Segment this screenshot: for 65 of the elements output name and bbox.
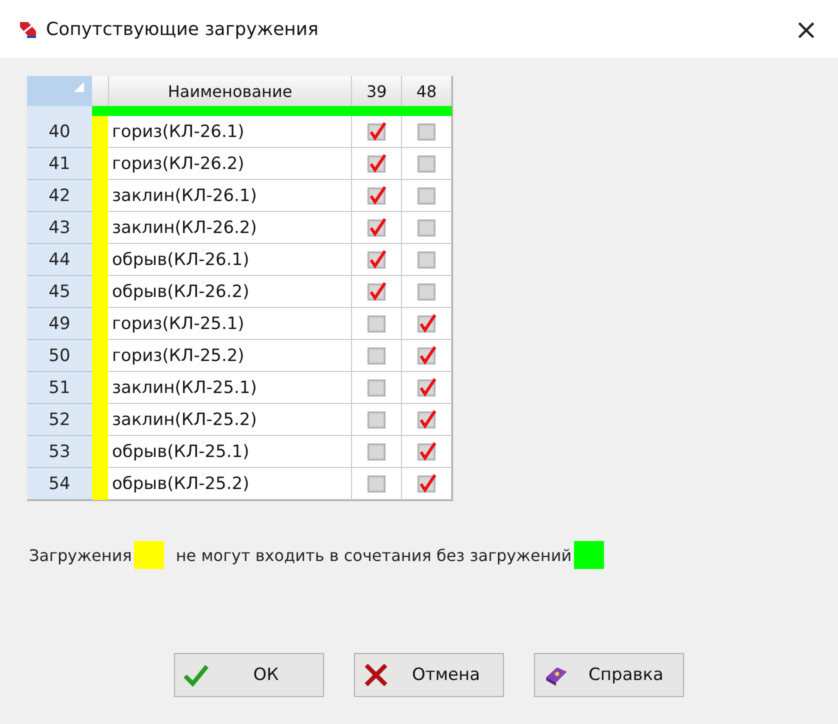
checked-checkbox[interactable] [366,154,386,174]
checkbox[interactable] [366,410,386,430]
row-number: 42 [27,180,92,212]
table-cell: обрыв(КЛ-26.2) [108,276,352,308]
cancel-button[interactable]: Отмена [354,653,504,697]
table-cell: гориз(КЛ-25.2) [108,340,352,372]
help-button[interactable]: Справка [534,653,684,697]
checked-checkbox[interactable] [366,122,386,142]
row-number: 54 [27,468,92,500]
ok-button[interactable]: ОК [174,653,324,697]
checked-checkbox[interactable] [416,378,436,398]
checkbox[interactable] [416,154,436,174]
checkbox[interactable] [366,378,386,398]
checked-checkbox[interactable] [416,474,436,494]
checkbox[interactable] [416,186,436,206]
table-cell: гориз(КЛ-25.1) [108,308,352,340]
checkbox[interactable] [366,474,386,494]
checked-checkbox[interactable] [416,314,436,334]
column-header[interactable]: 48 [402,76,452,106]
app-logo-icon [18,19,38,39]
checkbox[interactable] [416,122,436,142]
checkmark-icon [183,662,209,688]
row-number: 50 [27,340,92,372]
checked-checkbox[interactable] [416,410,436,430]
table-cell: заклин(КЛ-26.2) [108,212,352,244]
row-number: 44 [27,244,92,276]
row-number: 40 [27,116,92,148]
column-header[interactable]: 39 [352,76,402,106]
checkbox[interactable] [366,346,386,366]
checkbox[interactable] [416,250,436,270]
row-number: 53 [27,436,92,468]
legend-text: не могут входить в сочетания без загружений [176,546,572,564]
table-cell: гориз(КЛ-26.1) [108,116,352,148]
checked-checkbox[interactable] [416,442,436,462]
row-number: 43 [27,212,92,244]
row-number: 52 [27,404,92,436]
checkbox[interactable] [416,218,436,238]
table-cell: обрыв(КЛ-25.1) [108,436,352,468]
row-number: 49 [27,308,92,340]
checked-checkbox[interactable] [366,282,386,302]
table-corner[interactable] [27,76,92,106]
table-cell: заклин(КЛ-25.1) [108,372,352,404]
close-button[interactable]: × [788,12,824,46]
row-number: 41 [27,148,92,180]
table-cell: обрыв(КЛ-26.1) [108,244,352,276]
table-cell: заклин(КЛ-26.1) [108,180,352,212]
checkbox[interactable] [416,282,436,302]
row-number: 45 [27,276,92,308]
table-cell: гориз(КЛ-26.2) [108,148,352,180]
triangle-icon [74,82,84,92]
checkbox[interactable] [366,442,386,462]
table-cell: заклин(КЛ-25.2) [108,404,352,436]
header-cell [92,76,109,106]
row-number: 51 [27,372,92,404]
checked-checkbox[interactable] [416,346,436,366]
legend-text: Загружения [29,546,132,564]
close-icon [363,662,389,688]
checked-checkbox[interactable] [366,186,386,206]
checked-checkbox[interactable] [366,250,386,270]
table-cell: обрыв(КЛ-25.2) [108,468,352,500]
column-header[interactable]: Наименование [108,76,352,106]
checkbox[interactable] [366,314,386,334]
row-header [27,106,92,116]
window-title: Сопутствующие загружения [46,18,320,40]
checked-checkbox[interactable] [366,218,386,238]
